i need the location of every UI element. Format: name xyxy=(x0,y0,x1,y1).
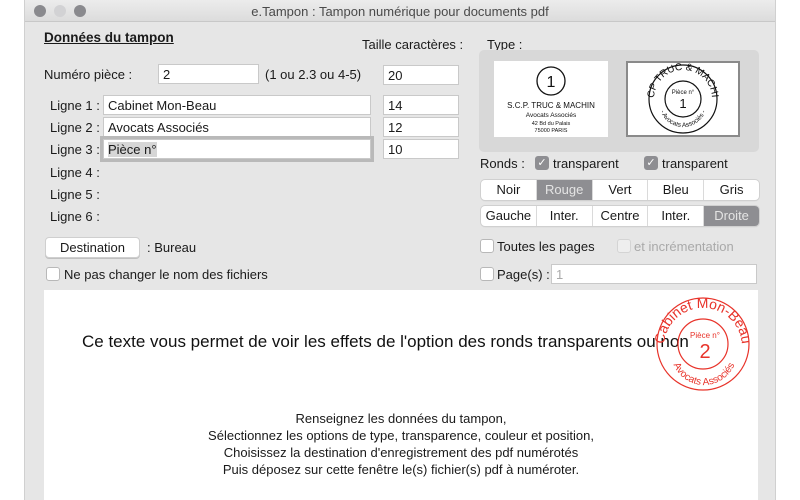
transparency-preview-text: Ce texte vous permet de voir les effets … xyxy=(82,332,689,351)
line-2-input[interactable]: Avocats Associés xyxy=(103,117,371,137)
svg-text:Pièce n°: Pièce n° xyxy=(690,331,720,340)
instruction-line: Renseignez les données du tampon, xyxy=(295,411,507,426)
piece-number-label: Numéro pièce : xyxy=(44,67,133,82)
color-option-vert[interactable]: Vert xyxy=(591,180,648,200)
title-bar[interactable]: e.Tampon : Tampon numérique pour documen… xyxy=(25,0,775,22)
pages-input[interactable]: 1 xyxy=(551,264,757,284)
transparent-2-label: transparent xyxy=(662,156,728,171)
window-title: e.Tampon : Tampon numérique pour documen… xyxy=(251,4,549,19)
instruction-line: Choisissez la destination d'enregistreme… xyxy=(223,445,579,460)
line-4-label: Ligne 4 : xyxy=(50,165,100,180)
type-option-round-stamp[interactable]: SCP TRUC & MACHIN - Avocats Associés - P… xyxy=(624,55,740,137)
instruction-line: Sélectionnez les options de type, transp… xyxy=(208,428,594,443)
svg-text:- Avocats Associés -: - Avocats Associés - xyxy=(659,109,708,129)
svg-text:1: 1 xyxy=(679,96,686,111)
transparent-1-label: transparent xyxy=(553,156,619,171)
font-size-header: Taille caractères : xyxy=(362,37,464,52)
ronds-label: Ronds : xyxy=(480,156,525,171)
all-pages-checkbox[interactable] xyxy=(480,239,494,253)
position-option-centre[interactable]: Centre xyxy=(591,206,648,226)
checkmark-icon: ✓ xyxy=(646,157,656,169)
color-option-rouge[interactable]: Rouge xyxy=(535,180,592,200)
svg-text:1: 1 xyxy=(547,74,556,91)
position-option-droite[interactable]: Droite xyxy=(703,206,759,226)
destination-value: : Bureau xyxy=(147,240,197,255)
section-heading: Données du tampon xyxy=(44,30,174,45)
line-2-label: Ligne 2 : xyxy=(50,120,100,135)
keep-names-checkbox[interactable] xyxy=(46,267,60,281)
svg-text:75000 PARIS: 75000 PARIS xyxy=(535,128,568,134)
line-5-label: Ligne 5 : xyxy=(50,187,100,202)
position-option-inter-left[interactable]: Inter. xyxy=(535,206,592,226)
type-option-text-stamp[interactable]: 1 S.C.P. TRUC & MACHIN Avocats Associés … xyxy=(494,61,608,137)
position-segmented-control: Gauche Inter. Centre Inter. Droite xyxy=(481,206,759,226)
pages-label: Page(s) : xyxy=(497,267,550,282)
line-1-input[interactable]: Cabinet Mon-Beau xyxy=(103,95,371,115)
pages-checkbox[interactable] xyxy=(480,267,494,281)
line-1-label: Ligne 1 : xyxy=(50,98,100,113)
piece-number-hint: (1 ou 2.3 ou 4-5) xyxy=(265,67,362,82)
svg-text:S.C.P. TRUC & MACHIN: S.C.P. TRUC & MACHIN xyxy=(507,101,595,110)
position-option-gauche[interactable]: Gauche xyxy=(481,206,536,226)
color-option-noir[interactable]: Noir xyxy=(481,180,536,200)
line-3-font-size-input[interactable]: 10 xyxy=(383,139,459,159)
line-2-font-size-input[interactable]: 12 xyxy=(383,117,459,137)
text-stamp-preview: 1 S.C.P. TRUC & MACHIN Avocats Associés … xyxy=(507,66,595,134)
checkmark-icon: ✓ xyxy=(537,157,547,169)
line-3-label: Ligne 3 : xyxy=(50,142,100,157)
round-stamp-preview: SCP TRUC & MACHIN - Avocats Associés - P… xyxy=(624,55,720,134)
position-option-inter-right[interactable]: Inter. xyxy=(647,206,703,226)
svg-text:Avocats Associés: Avocats Associés xyxy=(526,112,577,119)
piece-number-input[interactable]: 2 xyxy=(158,64,259,84)
stamp-preview: Cabinet Mon-Beau Avocats Associés Pièce … xyxy=(651,295,755,391)
pdf-drop-area[interactable]: Ce texte vous permet de voir les effets … xyxy=(44,290,758,500)
transparent-2-checkbox[interactable]: ✓ xyxy=(644,156,658,170)
svg-text:2: 2 xyxy=(699,341,710,363)
keep-names-label: Ne pas changer le nom des fichiers xyxy=(64,267,268,282)
destination-button[interactable]: Destination xyxy=(45,237,140,258)
line-6-label: Ligne 6 : xyxy=(50,209,100,224)
instruction-line: Puis déposez sur cette fenêtre le(s) fic… xyxy=(222,462,580,477)
increment-checkbox[interactable] xyxy=(617,239,631,253)
instructions: Renseignez les données du tampon, Sélect… xyxy=(44,410,758,478)
line-1-font-size-input[interactable]: 14 xyxy=(383,95,459,115)
all-pages-label: Toutes les pages xyxy=(497,239,595,254)
color-option-gris[interactable]: Gris xyxy=(703,180,759,200)
svg-text:42 Bd du Palais: 42 Bd du Palais xyxy=(532,121,571,127)
transparent-1-checkbox[interactable]: ✓ xyxy=(535,156,549,170)
increment-label: et incrémentation xyxy=(634,239,734,254)
color-segmented-control: Noir Rouge Vert Bleu Gris xyxy=(481,180,759,200)
app-window: e.Tampon : Tampon numérique pour documen… xyxy=(24,0,776,500)
color-option-bleu[interactable]: Bleu xyxy=(647,180,703,200)
line-3-input[interactable]: Pièce n° xyxy=(100,136,374,162)
type-selector: 1 S.C.P. TRUC & MACHIN Avocats Associés … xyxy=(479,50,759,152)
piece-font-size-input[interactable]: 20 xyxy=(383,65,459,85)
